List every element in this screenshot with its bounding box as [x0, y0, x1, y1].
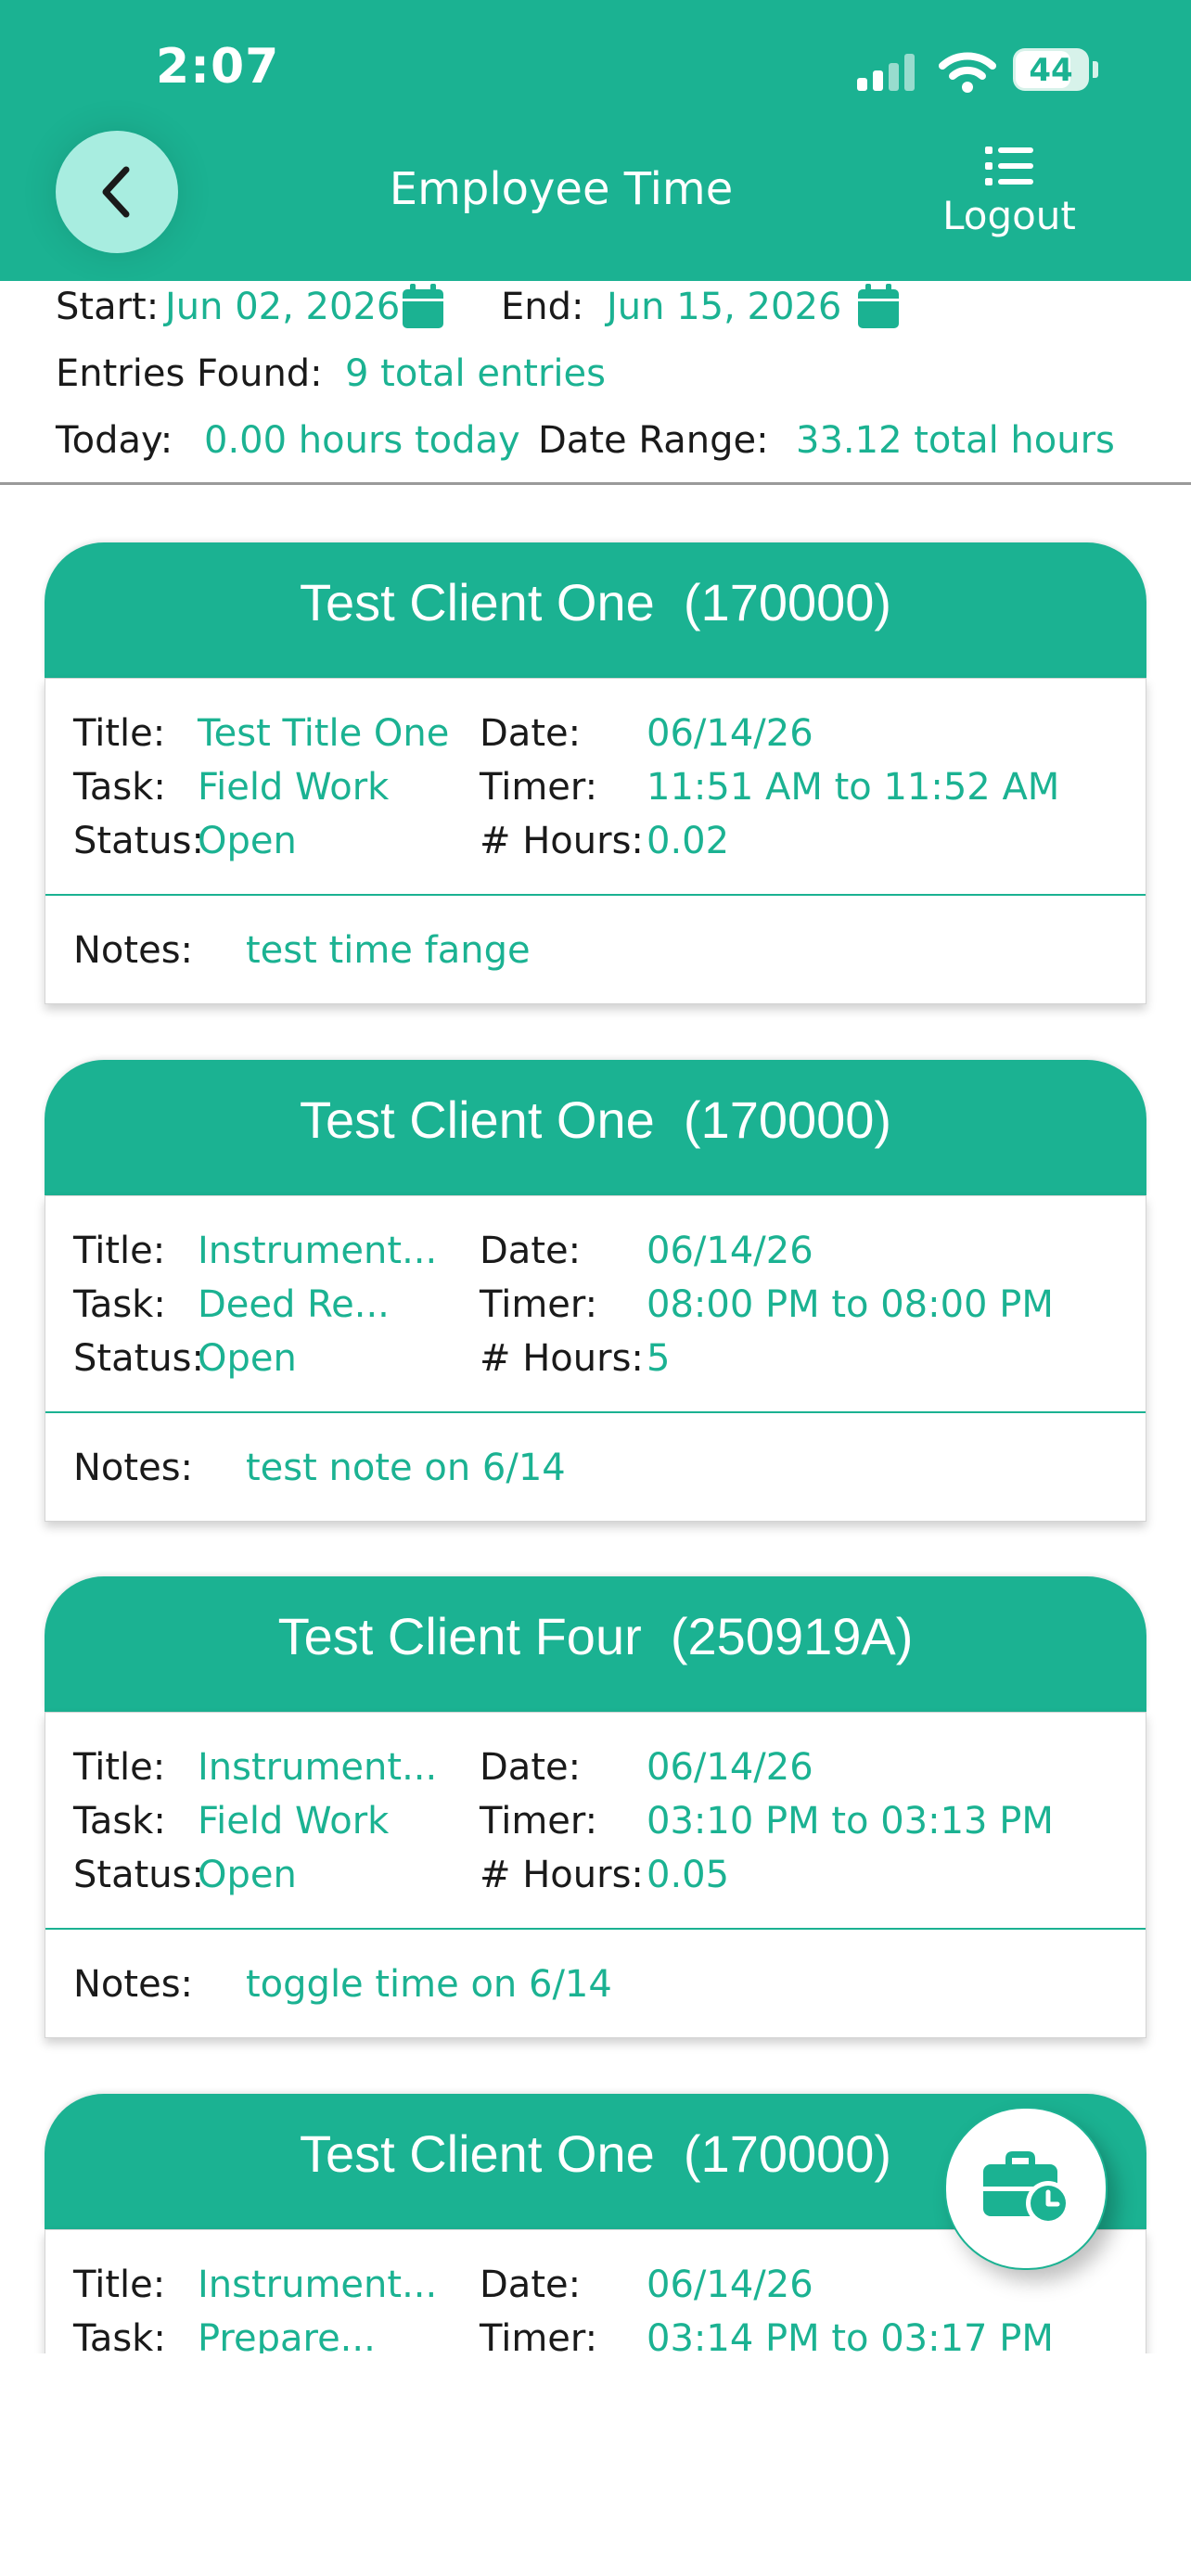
date-value: 06/14/26	[647, 712, 813, 755]
today-hours-value: 0.00 hours today	[204, 419, 520, 462]
start-date-value[interactable]: Jun 02, 2026	[165, 286, 400, 328]
timer-value: 11:51 AM to 11:52 AM	[647, 766, 1060, 809]
date-label: Date:	[480, 1746, 582, 1789]
date-range-label: Date Range:	[538, 419, 769, 462]
hours-label: # Hours:	[480, 1854, 644, 1896]
cellular-signal-icon	[857, 54, 916, 91]
task-label: Task:	[73, 766, 166, 809]
battery-level: 44	[1029, 52, 1073, 89]
card-details: Title: Instrument... Date: 06/14/26 Task…	[45, 1195, 1146, 1522]
timer-value: 03:10 PM to 03:13 PM	[647, 1800, 1054, 1843]
task-label: Task:	[73, 2317, 166, 2353]
date-summary: Start: Jun 02, 2026 End: Jun 15, 2026 En…	[0, 281, 1191, 485]
status-label: Status:	[73, 820, 204, 862]
battery-icon: 44	[1013, 48, 1089, 91]
title-value: Instrument...	[198, 2264, 438, 2306]
timer-value: 08:00 PM to 08:00 PM	[647, 1283, 1054, 1326]
status-value: Open	[198, 1854, 297, 1896]
briefcase-clock-icon	[983, 2151, 1070, 2225]
notes-label: Notes:	[73, 1447, 194, 1489]
notes-value: test note on 6/14	[246, 1447, 566, 1489]
end-label: End:	[501, 286, 584, 328]
task-value: Prepare...	[198, 2317, 376, 2353]
card-details: Title: Test Title One Date: 06/14/26 Tas…	[45, 678, 1146, 1004]
card-divider	[45, 894, 1146, 896]
task-label: Task:	[73, 1800, 166, 1843]
status-value: Open	[198, 1337, 297, 1380]
title-label: Title:	[73, 2264, 166, 2306]
hours-value: 0.05	[647, 1854, 730, 1896]
time-entry-list[interactable]: Test Client One (170000) Title: Test Tit…	[0, 485, 1191, 2353]
end-date-picker[interactable]: Jun 15, 2026	[607, 286, 841, 328]
title-label: Title:	[73, 712, 166, 755]
client-name: Test Client One (170000)	[299, 1090, 892, 1149]
start-label: Start:	[56, 286, 160, 328]
hours-value: 5	[647, 1337, 671, 1380]
list-icon[interactable]	[983, 145, 1035, 187]
task-value: Field Work	[198, 766, 390, 809]
wifi-icon	[939, 52, 996, 93]
notes-label: Notes:	[73, 929, 194, 972]
date-value: 06/14/26	[647, 1746, 813, 1789]
title-value: Instrument...	[198, 1230, 438, 1272]
card-header: Test Client Four (250919A)	[45, 1576, 1146, 1712]
timer-label: Timer:	[480, 1283, 598, 1326]
hours-label: # Hours:	[480, 820, 644, 862]
notes-label: Notes:	[73, 1963, 194, 2006]
title-value: Test Title One	[198, 712, 450, 755]
status-label: Status:	[73, 1337, 204, 1380]
calendar-icon[interactable]	[858, 284, 899, 328]
notes-value: test time fange	[246, 929, 531, 972]
timer-label: Timer:	[480, 1800, 598, 1843]
entries-found-label: Entries Found:	[56, 352, 323, 395]
start-date-picker[interactable]: Jun 02, 2026	[165, 286, 400, 328]
date-label: Date:	[480, 2264, 582, 2306]
end-date-value[interactable]: Jun 15, 2026	[607, 286, 841, 328]
card-header: Test Client One (170000)	[45, 1060, 1146, 1195]
add-time-entry-button[interactable]	[944, 2107, 1108, 2270]
timer-label: Timer:	[480, 2317, 598, 2353]
task-value: Field Work	[198, 1800, 390, 1843]
status-value: Open	[198, 820, 297, 862]
notes-value: toggle time on 6/14	[246, 1963, 612, 2006]
logout-button[interactable]: Logout	[928, 193, 1091, 238]
app-header: 2:07 44 Employee Time Logout	[0, 0, 1191, 281]
title-label: Title:	[73, 1230, 166, 1272]
status-time: 2:07	[156, 39, 280, 95]
card-divider	[45, 1928, 1146, 1930]
today-label: Today:	[56, 419, 173, 462]
calendar-icon[interactable]	[403, 284, 443, 328]
task-value: Deed Re...	[198, 1283, 390, 1326]
entries-found-value: 9 total entries	[345, 352, 606, 395]
client-name: Test Client One (170000)	[299, 573, 892, 631]
title-label: Title:	[73, 1746, 166, 1789]
client-name: Test Client Four (250919A)	[277, 1607, 914, 1665]
card-divider	[45, 1411, 1146, 1413]
date-range-hours-value: 33.12 total hours	[796, 419, 1115, 462]
date-value: 06/14/26	[647, 1230, 813, 1272]
hours-label: # Hours:	[480, 1337, 644, 1380]
timer-label: Timer:	[480, 766, 598, 809]
task-label: Task:	[73, 1283, 166, 1326]
date-value: 06/14/26	[647, 2264, 813, 2306]
card-details: Title: Instrument... Date: 06/14/26 Task…	[45, 1712, 1146, 2038]
date-label: Date:	[480, 1230, 582, 1272]
status-bar: 2:07 44	[0, 0, 1191, 139]
card-header: Test Client One (170000)	[45, 542, 1146, 678]
date-label: Date:	[480, 712, 582, 755]
status-label: Status:	[73, 1854, 204, 1896]
timer-value: 03:14 PM to 03:17 PM	[647, 2317, 1054, 2353]
hours-value: 0.02	[647, 820, 730, 862]
title-value: Instrument...	[198, 1746, 438, 1789]
